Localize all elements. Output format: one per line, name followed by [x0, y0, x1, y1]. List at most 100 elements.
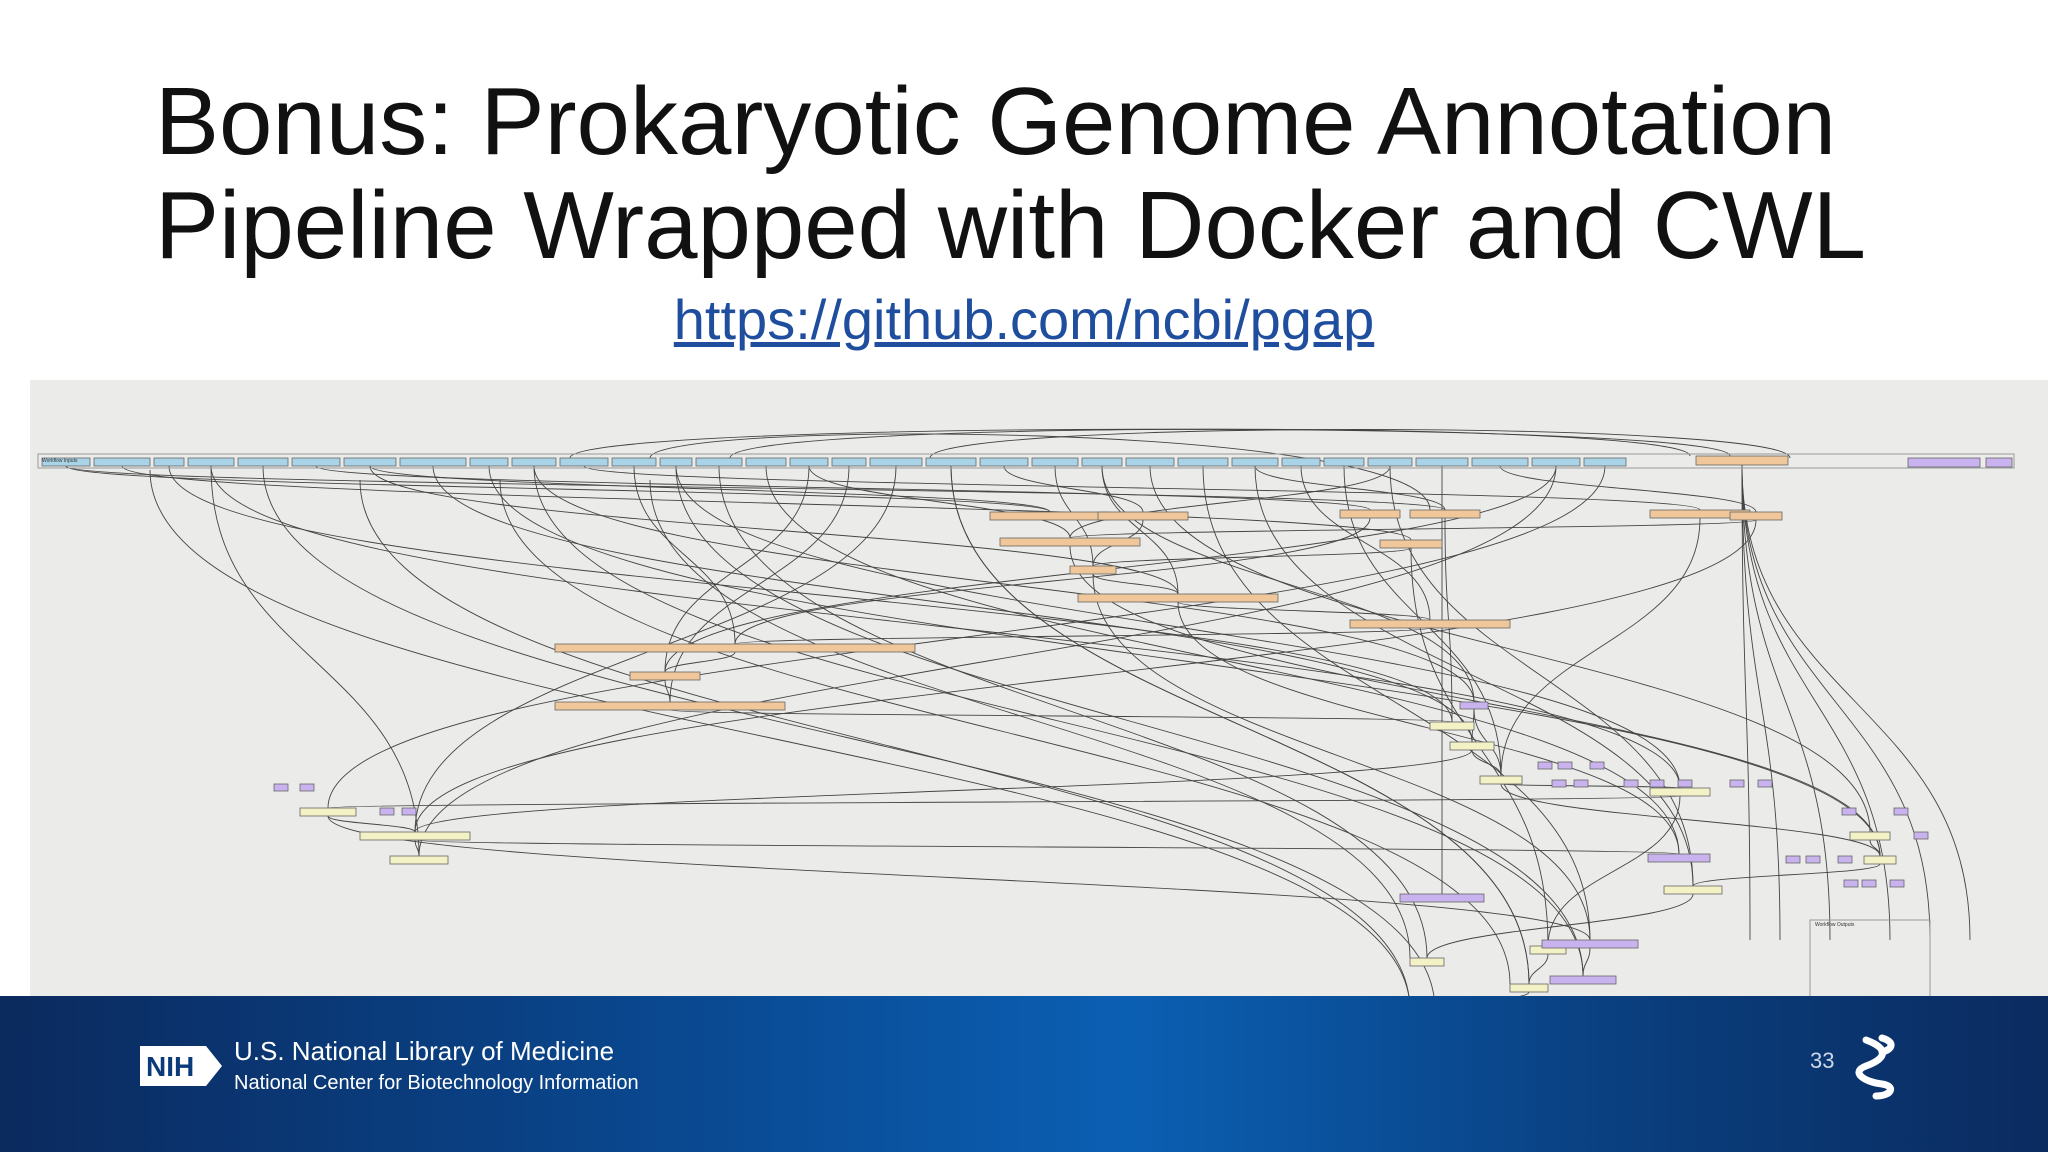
workflow-step-node	[1459, 701, 1489, 710]
workflow-param-chip	[1623, 779, 1639, 788]
workflow-step-node	[554, 701, 786, 711]
workflow-param-chip	[1649, 779, 1665, 788]
org-name: U.S. National Library of Medicine	[234, 1036, 615, 1066]
workflow-input-node	[1583, 457, 1627, 467]
workflow-input-node	[93, 457, 151, 467]
workflow-step-node	[1449, 741, 1495, 751]
workflow-param-chip	[1805, 855, 1821, 864]
workflow-param-chip	[1843, 879, 1859, 888]
workflow-edge	[1582, 947, 1591, 977]
workflow-param-chip	[1677, 779, 1693, 788]
workflow-step-node	[1069, 565, 1117, 575]
github-link[interactable]: https://github.com/ncbi/pgap	[0, 288, 2048, 352]
workflow-param-chip	[1893, 807, 1909, 816]
workflow-input-node	[1125, 457, 1175, 467]
workflow-edge	[1254, 465, 1446, 511]
workflow-edge	[1741, 464, 1971, 941]
workflow-edge	[315, 465, 1371, 511]
workflow-param-chip	[1913, 831, 1929, 840]
workflow-input-node	[1323, 457, 1365, 467]
workflow-input-node	[1281, 457, 1321, 467]
workflow-step-node	[1647, 853, 1711, 863]
workflow-edge	[414, 839, 1680, 855]
workflow-edge	[734, 627, 1431, 645]
workflow-step-node	[299, 807, 357, 817]
workflow-input-node	[153, 457, 185, 467]
workflow-edge	[327, 815, 1591, 941]
workflow-step-node	[1349, 619, 1511, 629]
workflow-param-chip	[401, 807, 417, 816]
workflow-input-node	[1031, 457, 1079, 467]
workflow-inputs-label: Workflow Inputs	[42, 458, 78, 464]
workflow-nodes	[41, 455, 2013, 1019]
workflow-edge	[1869, 839, 1881, 857]
workflow-input-node	[695, 457, 743, 467]
workflow-param-node	[1985, 457, 2013, 468]
workflow-input-node	[1531, 457, 1581, 467]
workflow-step-node	[1409, 509, 1481, 519]
workflow-input-node	[291, 457, 341, 467]
slide-title-line-1: Bonus: Prokaryotic Genome Annotation	[155, 68, 1836, 175]
workflow-param-chip	[379, 807, 395, 816]
workflow-input-node	[187, 457, 235, 467]
workflow-edge	[1547, 795, 1681, 947]
workflow-edge	[649, 433, 1431, 511]
workflow-step-node	[1549, 975, 1617, 985]
workflow-input-node	[1471, 457, 1529, 467]
workflow-step-node	[1863, 855, 1897, 865]
workflow-param-chip	[1757, 779, 1773, 788]
workflow-edge	[1528, 953, 1549, 985]
footer-left-strip	[0, 996, 30, 1036]
workflow-param-chip	[1729, 779, 1745, 788]
workflow-edge	[1069, 545, 1881, 857]
workflow-param-chip	[1589, 761, 1605, 770]
workflow-edge	[1092, 573, 1179, 595]
workflow-step-node	[1849, 831, 1891, 841]
slide-title-line-2: Pipeline Wrapped with Docker and CWL	[155, 172, 1867, 279]
workflow-input-node	[399, 457, 467, 467]
workflow-step-node	[1429, 721, 1475, 731]
workflow-step-node	[359, 831, 471, 841]
svg-text:NIH: NIH	[146, 1051, 194, 1082]
workflow-edge	[149, 469, 1411, 1011]
workflow-edge	[1069, 519, 1757, 539]
nih-logo-icon: NIH	[140, 1046, 222, 1086]
workflow-param-node	[1907, 457, 1981, 468]
slide-title: Bonus: Prokaryotic Genome Annotation Pip…	[155, 70, 1955, 278]
workflow-step-node	[1409, 957, 1445, 967]
pipeline-workflow-diagram: Workflow Inputs Workflow Outputs	[30, 380, 2048, 1036]
workflow-input-node	[343, 457, 397, 467]
workflow-step-node	[1541, 939, 1639, 949]
workflow-param-chip	[1551, 779, 1567, 788]
workflow-step-node	[389, 855, 449, 865]
workflow-edge	[1069, 465, 1391, 539]
workflow-step-node	[989, 511, 1111, 521]
workflow-step-node	[554, 643, 916, 653]
workflow-input-node	[559, 457, 609, 467]
workflow-step-node	[1077, 593, 1279, 603]
workflow-edge	[1741, 464, 1781, 941]
workflow-outputs-label: Workflow Outputs	[1815, 922, 1855, 928]
workflow-input-node	[1415, 457, 1469, 467]
workflow-edge	[1177, 601, 1431, 621]
workflow-edge	[1254, 465, 1694, 887]
workflow-edge	[1741, 464, 1931, 941]
workflow-step-node	[1097, 511, 1189, 521]
workflow-param-chip	[1837, 855, 1853, 864]
workflow-param-chip	[273, 783, 289, 792]
workflow-edge	[1177, 601, 1680, 855]
workflow-edge	[65, 465, 1446, 511]
workflow-edge	[359, 479, 1411, 1011]
workflow-param-chip	[1557, 761, 1573, 770]
workflow-step-node	[1479, 775, 1523, 785]
workflow-edge	[418, 465, 1557, 857]
workflow-edge	[664, 679, 671, 703]
workflow-edge	[210, 465, 420, 857]
workflow-step-node	[1729, 511, 1783, 521]
workflow-input-node	[511, 457, 557, 467]
workflow-param-chip	[299, 783, 315, 792]
workflow-param-chip	[1537, 761, 1553, 770]
workflow-step-node	[1663, 885, 1723, 895]
workflow-param-chip	[1841, 807, 1857, 816]
workflow-graph: Workflow Inputs Workflow Outputs	[37, 428, 2015, 1021]
